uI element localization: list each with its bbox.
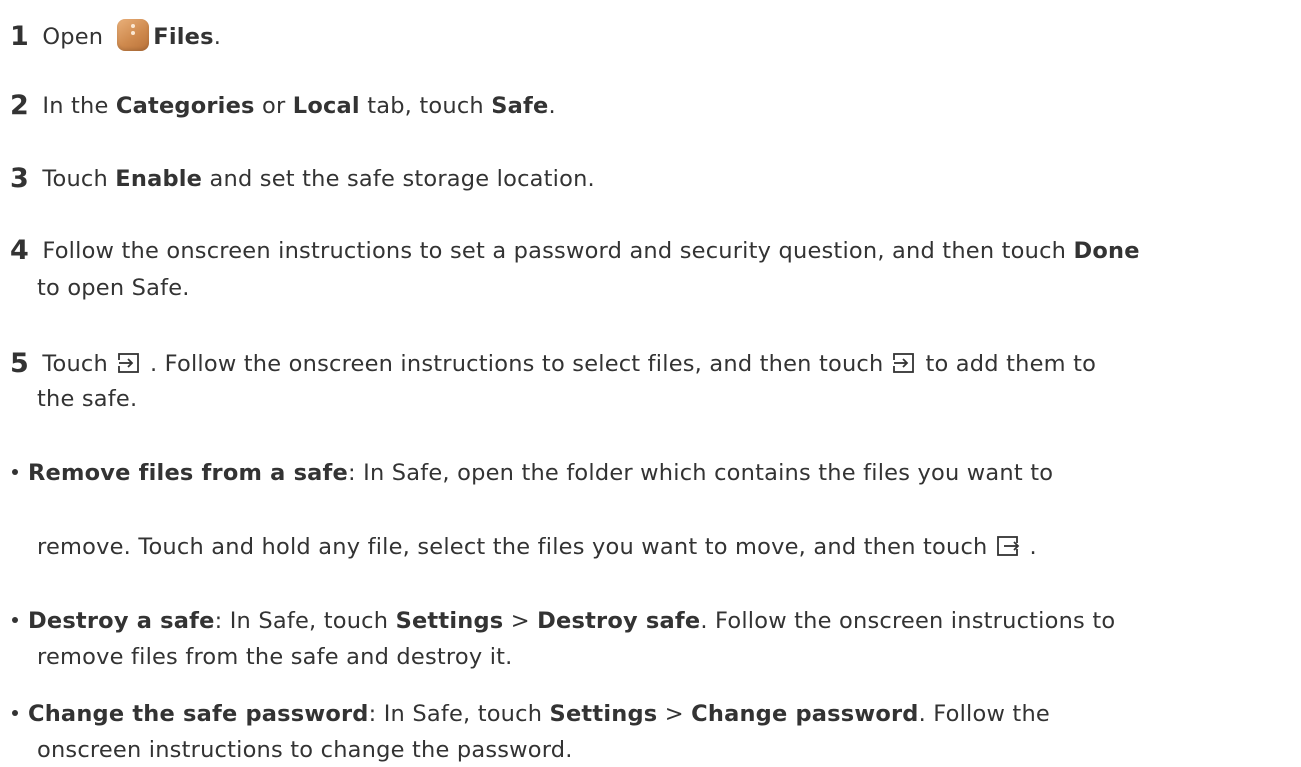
step-5-continued: the safe. bbox=[37, 386, 138, 412]
bullet-change-password: Change the safe password: In Safe, touch… bbox=[10, 701, 1050, 727]
safe-label: Safe bbox=[491, 93, 549, 119]
bullet-destroy-safe: Destroy a safe: In Safe, touch Settings … bbox=[10, 608, 1115, 634]
categories-tab-label: Categories bbox=[115, 93, 255, 119]
done-label: Done bbox=[1073, 238, 1140, 264]
step-3: 3 Touch Enable and set the safe storage … bbox=[10, 163, 595, 194]
bullet-dot bbox=[12, 710, 18, 716]
step-5: 5 Touch. Follow the onscreen instruction… bbox=[10, 348, 1097, 379]
settings-label: Settings bbox=[395, 608, 504, 634]
document-page: 1 Open Files. 2 In the Categories or Loca… bbox=[0, 0, 1301, 767]
change-password-label: Change password bbox=[691, 701, 919, 727]
settings-label: Settings bbox=[549, 701, 658, 727]
files-app-name: Files bbox=[153, 24, 214, 50]
bullet-dot bbox=[12, 617, 18, 623]
step-1: 1 Open Files. bbox=[10, 19, 222, 52]
step-number: 3 bbox=[10, 163, 29, 194]
bullet-change-password-continued: onscreen instructions to change the pass… bbox=[37, 737, 573, 763]
move-in-icon bbox=[116, 350, 142, 376]
destroy-safe-label: Destroy safe bbox=[537, 608, 701, 634]
bullet-dot bbox=[12, 469, 18, 475]
step-text: Open bbox=[42, 24, 104, 50]
bullet-remove-files-continued: remove. Touch and hold any file, select … bbox=[37, 533, 1037, 560]
step-number: 2 bbox=[10, 90, 29, 121]
step-4: 4 Follow the onscreen instructions to se… bbox=[10, 235, 1140, 266]
files-app-icon bbox=[117, 19, 150, 51]
step-number: 4 bbox=[10, 235, 29, 266]
step-2: 2 In the Categories or Local tab, touch … bbox=[10, 90, 556, 121]
bullet-destroy-safe-continued: remove files from the safe and destroy i… bbox=[37, 644, 513, 670]
bullet-remove-files: Remove files from a safe: In Safe, open … bbox=[10, 460, 1053, 486]
move-out-icon bbox=[995, 533, 1021, 559]
bullet-title: Destroy a safe bbox=[28, 608, 215, 634]
bullet-title: Change the safe password bbox=[28, 701, 369, 727]
enable-label: Enable bbox=[115, 166, 203, 192]
step-4-continued: to open Safe. bbox=[37, 275, 190, 301]
bullet-title: Remove files from a safe bbox=[28, 460, 349, 486]
local-tab-label: Local bbox=[292, 93, 360, 119]
step-number: 5 bbox=[10, 348, 29, 379]
move-in-icon bbox=[891, 350, 917, 376]
step-number: 1 bbox=[10, 21, 29, 52]
